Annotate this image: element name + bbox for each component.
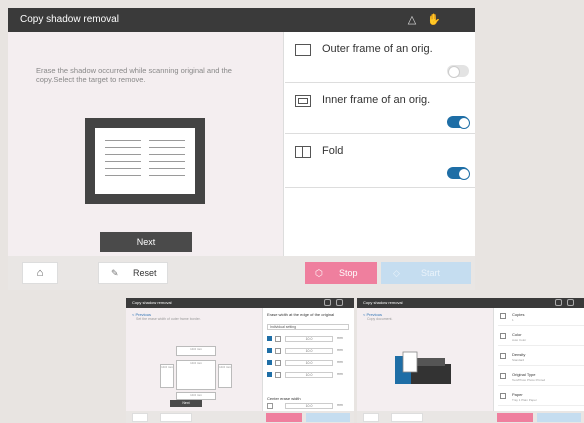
hand-icon xyxy=(336,299,343,306)
reset-label: Reset xyxy=(133,268,157,278)
instruction-text: Erase the shadow occurred while scanning… xyxy=(36,66,232,84)
right-value: 10.0 mm xyxy=(218,364,232,388)
next-button[interactable]: Next xyxy=(170,400,202,407)
stop-button[interactable] xyxy=(497,413,533,422)
option-label: Fold xyxy=(322,145,344,157)
erase-row[interactable]: 10.0 mm xyxy=(267,348,351,355)
bottom-value: 10.0 mm xyxy=(176,392,216,400)
thumb-title: Copy shadow removal xyxy=(132,300,172,305)
thumb-title: Copy shadow removal xyxy=(363,300,403,305)
center-erase-label: Center erase width xyxy=(267,396,301,401)
fold-toggle[interactable] xyxy=(447,167,470,180)
thumbnail-erase-width: Copy shadow removal < Previous Set the e… xyxy=(126,298,354,423)
thumb-title-bar: Copy shadow removal xyxy=(126,298,354,308)
thumb-subtitle: Set the erase width of outer frame borde… xyxy=(136,317,201,321)
outer-frame-toggle[interactable] xyxy=(447,65,469,78)
stop-button[interactable]: ⬡ Stop xyxy=(305,262,377,284)
options-panel: Outer frame of an orig. Inner frame of a… xyxy=(285,32,475,256)
home-button[interactable]: ⌂ xyxy=(22,262,58,284)
title-bar: Copy shadow removal △ ✋ xyxy=(8,8,475,32)
setting-color[interactable]: Color Auto Color xyxy=(498,330,584,346)
hand-icon[interactable]: ✋ xyxy=(426,12,442,28)
thumb-subtitle: Copy document. xyxy=(367,317,393,321)
main-panel: Copy shadow removal △ ✋ Erase the shadow… xyxy=(8,8,475,290)
option-label: Inner frame of an orig. xyxy=(322,94,431,106)
start-button[interactable] xyxy=(537,413,581,422)
home-icon: ⌂ xyxy=(36,267,44,279)
stop-icon: ⬡ xyxy=(315,268,323,278)
reset-button[interactable] xyxy=(160,413,192,422)
erase-row[interactable]: 10.0 mm xyxy=(267,360,351,367)
center-erase-row[interactable]: 10.0 mm xyxy=(267,403,351,410)
thumbnail-copy-settings: Copy shadow removal < Previous Copy docu… xyxy=(357,298,584,423)
start-icon: ◇ xyxy=(393,268,400,278)
frame-diagram: 10.0 mm 10.0 mm 10.0 mm 10.0 mm 10.0 mm xyxy=(160,346,232,406)
erase-heading: Erase width at the edge of the original xyxy=(267,312,335,317)
setting-density[interactable]: Density Standard xyxy=(498,350,584,366)
next-button[interactable]: Next xyxy=(100,232,192,252)
instruction-area: Erase the shadow occurred while scanning… xyxy=(8,32,284,256)
stop-label: Stop xyxy=(339,268,358,278)
reset-button[interactable]: ✎ Reset xyxy=(98,262,168,284)
thumb-title-bar: Copy shadow removal xyxy=(357,298,584,308)
option-outer-frame[interactable]: Outer frame of an orig. xyxy=(285,32,475,83)
center-value: 10.0 mm xyxy=(176,360,216,390)
setting-paper[interactable]: Paper Tray 1 Plain Paper xyxy=(498,390,584,406)
fold-icon xyxy=(295,146,311,158)
reset-icon: ✎ xyxy=(111,268,119,278)
erase-row[interactable]: 10.0 mm xyxy=(267,372,351,379)
top-value: 10.0 mm xyxy=(176,346,216,356)
option-fold[interactable]: Fold xyxy=(285,134,475,188)
start-button[interactable]: ◇ Start xyxy=(381,262,471,284)
outer-frame-icon xyxy=(295,44,311,56)
setting-copies[interactable]: Copies 1 xyxy=(498,310,584,326)
page-title: Copy shadow removal xyxy=(20,14,119,25)
option-label: Outer frame of an orig. xyxy=(322,43,433,55)
erase-row[interactable]: 10.0 mm xyxy=(267,336,351,343)
bell-icon[interactable]: △ xyxy=(404,12,420,28)
home-button[interactable] xyxy=(363,413,379,422)
bottom-bar: ⌂ ✎ Reset ⬡ Stop ◇ Start xyxy=(8,256,475,290)
start-label: Start xyxy=(421,268,441,278)
hand-icon xyxy=(567,299,574,306)
setting-original-type[interactable]: Original Type Text/Photo Photo Printed xyxy=(498,370,584,386)
inner-frame-icon xyxy=(295,95,311,107)
document-illustration xyxy=(85,118,205,204)
start-button[interactable] xyxy=(306,413,350,422)
inner-frame-toggle[interactable] xyxy=(447,116,470,129)
reset-button[interactable] xyxy=(391,413,423,422)
erase-select[interactable]: Individual setting xyxy=(267,324,349,330)
option-inner-frame[interactable]: Inner frame of an orig. xyxy=(285,83,475,134)
bell-icon xyxy=(324,299,331,306)
stop-button[interactable] xyxy=(266,413,302,422)
scanner-illustration xyxy=(395,351,451,384)
left-value: 10.0 mm xyxy=(160,364,174,388)
bell-icon xyxy=(555,299,562,306)
home-button[interactable] xyxy=(132,413,148,422)
